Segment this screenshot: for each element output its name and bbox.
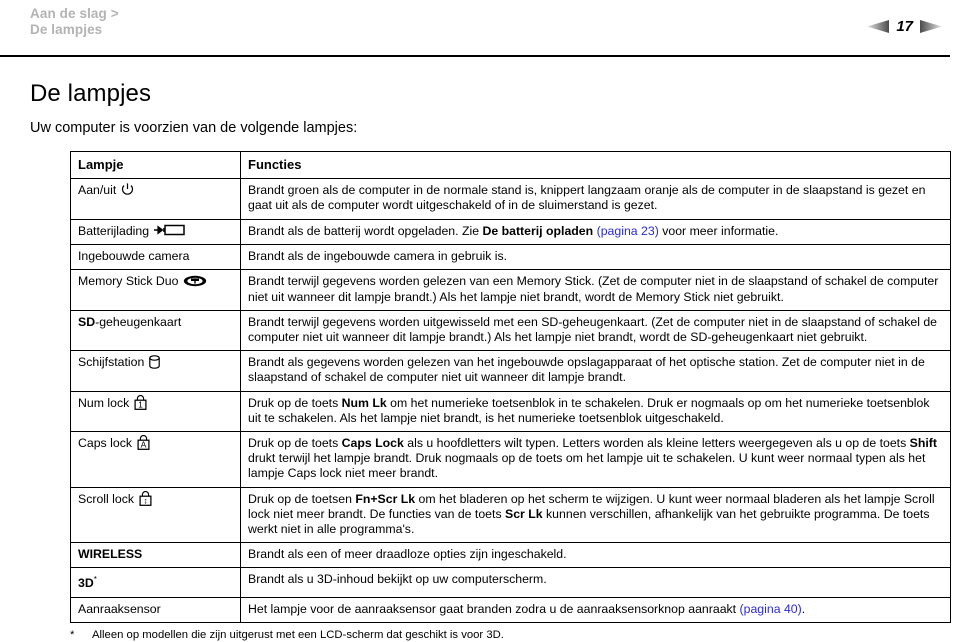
memory-stick-icon	[184, 275, 207, 287]
lamp-name-cell: Schijfstation	[70, 350, 241, 392]
header-divider	[0, 55, 950, 57]
power-icon	[122, 183, 134, 196]
lamp-function-cell: Druk op de toets Num Lk om het numerieke…	[240, 390, 951, 432]
table-row: WIRELESS Brandt als een of meer draadloze…	[70, 542, 951, 569]
footnote-marker: *	[70, 629, 75, 642]
caps-lock-icon: A	[137, 435, 150, 451]
lamp-label: Scroll lock	[78, 491, 135, 506]
lamp-function-cell: Druk op de toetsen Fn+Scr Lk om het blad…	[240, 486, 951, 544]
page-title: De lampjes	[30, 80, 152, 107]
lamp-label: 3D*	[78, 575, 97, 591]
lamp-name-cell: Caps lock A	[70, 430, 241, 488]
page-number: 17	[896, 18, 913, 35]
lamp-name-cell: Ingebouwde camera	[70, 243, 241, 271]
table-body: Aan/uit Brandt groen als de computer in d…	[70, 178, 951, 624]
svg-text:↕: ↕	[144, 496, 148, 505]
lamp-name-cell: Memory Stick Duo	[70, 269, 241, 311]
lamp-function-cell: Brandt als de batterij wordt opgeladen. …	[240, 218, 951, 245]
lamp-label: Num lock	[78, 395, 130, 410]
page-navigation: 17	[867, 19, 942, 34]
lamp-label: Schijfstation	[78, 355, 145, 370]
lamp-name-cell: Num lock 1	[70, 390, 241, 432]
lamp-function-cell: Brandt als u 3D-inhoud bekijkt op uw com…	[240, 567, 951, 598]
lamp-function-cell: Brandt groen als de computer in de norma…	[240, 178, 951, 220]
breadcrumb-parent: Aan de slag >	[30, 6, 119, 21]
left-arrow-icon	[867, 20, 890, 33]
svg-text:A: A	[141, 439, 147, 449]
lamp-function-cell: Brandt terwijl gegevens worden uitgewiss…	[240, 309, 951, 352]
indicator-lights-table: Lampje Functies Aan/uit Brandt groen als …	[70, 150, 951, 624]
lamp-label: WIRELESS	[78, 547, 143, 562]
lamp-name-cell: 3D*	[70, 567, 241, 598]
lamp-label: Caps lock	[78, 436, 132, 451]
lamp-function-cell: Het lampje voor de aanraaksensor gaat br…	[240, 596, 951, 624]
table-row: Num lock 1 Druk op de toets Num Lk om het …	[70, 390, 951, 432]
table-row: Scroll lock ↕ Druk op de toetsen Fn+Scr Lk…	[70, 486, 951, 544]
table-row: Memory Stick Duo Brandt terwijl gegevens …	[70, 269, 951, 311]
footnote: * Alleen op modellen die zijn uitgerust …	[70, 628, 930, 642]
lamp-name-cell: Aan/uit	[70, 178, 241, 220]
page-subtitle: Uw computer is voorzien van de volgende …	[30, 120, 358, 136]
scroll-lock-icon: ↕	[139, 490, 152, 506]
lamp-label: SD-geheugenkaart	[78, 314, 182, 329]
page-reference-link[interactable]: (pagina 40)	[740, 602, 802, 616]
page-header: Aan de slag > De lampjes 17	[0, 0, 960, 55]
table-header-row: Lampje Functies	[70, 150, 951, 180]
lamp-label: Memory Stick Duo	[78, 274, 179, 289]
table-row: Ingebouwde camera Brandt als de ingebouwd…	[70, 243, 951, 271]
lamp-label: Aanraaksensor	[78, 601, 161, 616]
table-row: SD-geheugenkaart Brandt terwijl gegevens …	[70, 309, 951, 352]
lamp-name-cell: WIRELESS	[70, 542, 241, 569]
lamp-function-cell: Brandt als de ingebouwde camera in gebru…	[240, 243, 951, 271]
lamp-label: Aan/uit	[78, 183, 117, 198]
num-lock-icon: 1	[134, 394, 147, 410]
page-reference-link[interactable]: (pagina 23)	[597, 224, 659, 238]
lamp-function-cell: Brandt als gegevens worden gelezen van h…	[240, 350, 951, 392]
page-content: De lampjes Uw computer is voorzien van d…	[0, 80, 960, 642]
svg-text:1: 1	[138, 399, 143, 409]
lamp-name-cell: Batterijlading	[70, 218, 241, 245]
lamp-function-cell: Druk op de toets Caps Lock als u hoofdle…	[240, 430, 951, 488]
breadcrumb: Aan de slag > De lampjes	[30, 6, 960, 38]
lamp-label: Ingebouwde camera	[78, 249, 190, 264]
lamp-name-cell: Scroll lock ↕	[70, 486, 241, 544]
table-row: Aan/uit Brandt groen als de computer in d…	[70, 178, 951, 220]
column-header-function: Functies	[240, 150, 951, 180]
right-arrow-icon	[920, 20, 942, 33]
table-row: 3D* Brandt als u 3D-inhoud bekijkt op uw …	[70, 567, 951, 598]
lamp-label: Batterijlading	[78, 223, 150, 238]
table-row: Batterijlading Brandt als de batterij wor…	[70, 218, 951, 245]
previous-page-button[interactable]	[867, 20, 890, 33]
table-row: Aanraaksensor Het lampje voor de aanraaks…	[70, 596, 951, 624]
table-row: Schijfstation Brandt als gegevens worden …	[70, 350, 951, 392]
breadcrumb-current: De lampjes	[30, 22, 103, 37]
table-row: Caps lock A Druk op de toets Caps Lock als…	[70, 430, 951, 488]
battery-charge-icon	[154, 225, 185, 236]
column-header-lamp: Lampje	[70, 150, 241, 180]
lamp-function-cell: Brandt als een of meer draadloze opties …	[240, 542, 951, 569]
footnote-text: Alleen op modellen die zijn uitgerust me…	[92, 629, 504, 642]
next-page-button[interactable]	[920, 20, 942, 33]
lamp-name-cell: SD-geheugenkaart	[70, 309, 241, 352]
lamp-name-cell: Aanraaksensor	[70, 596, 241, 624]
lamp-function-cell: Brandt terwijl gegevens worden gelezen v…	[240, 269, 951, 311]
disc-drive-icon	[149, 355, 161, 369]
